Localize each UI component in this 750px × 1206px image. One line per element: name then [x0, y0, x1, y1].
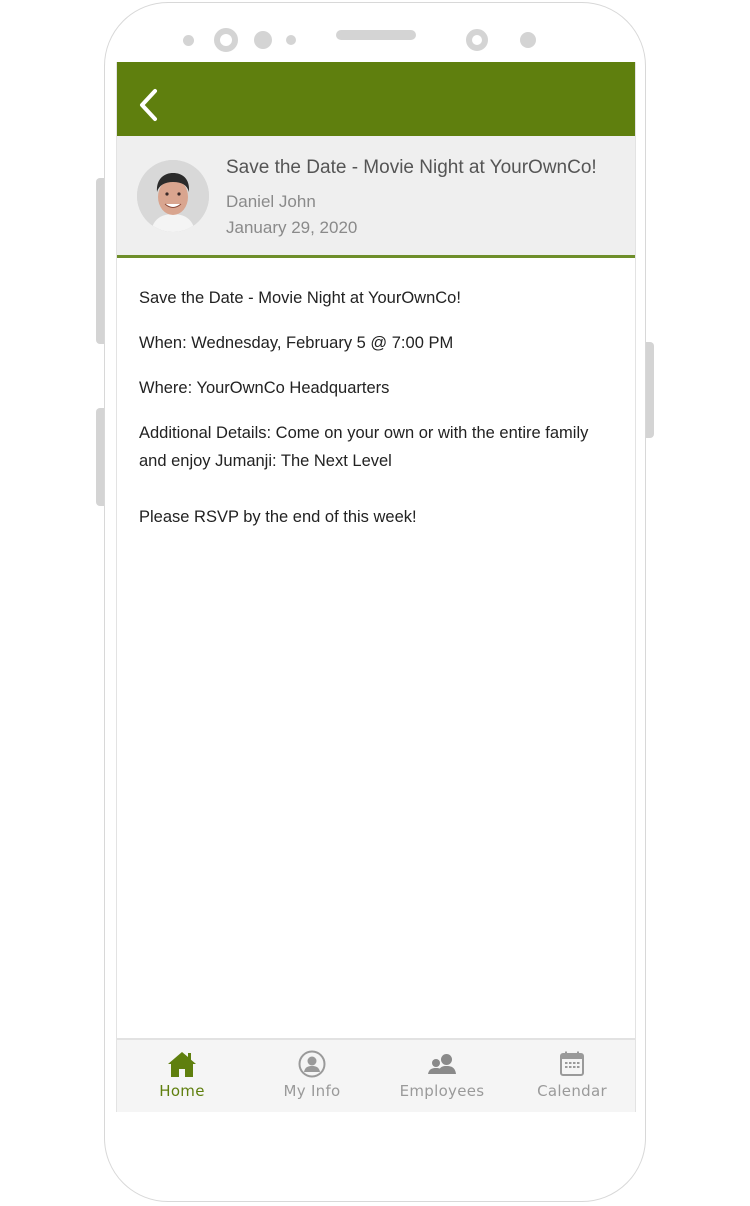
home-icon — [168, 1052, 196, 1077]
sensor-dot — [183, 35, 194, 46]
front-camera — [214, 28, 238, 52]
bottom-tab-bar: Home My Info Employees Calendar — [117, 1038, 635, 1112]
tab-my-info-label: My Info — [283, 1082, 341, 1100]
body-where: Where: YourOwnCo Headquarters — [139, 379, 390, 397]
tab-my-info[interactable]: My Info — [247, 1040, 377, 1112]
post-header: Save the Date - Movie Night at YourOwnCo… — [117, 136, 635, 258]
post-author: Daniel John — [226, 192, 316, 211]
chevron-left-icon — [140, 89, 157, 121]
tab-employees[interactable]: Employees — [377, 1040, 507, 1112]
earpiece-speaker — [336, 30, 416, 40]
tab-home-label: Home — [159, 1082, 205, 1100]
body-details: Additional Details: Come on your own or … — [139, 424, 589, 470]
tab-employees-label: Employees — [399, 1082, 485, 1100]
app-screen: Save the Date - Movie Night at YourOwnCo… — [116, 62, 636, 1112]
tab-calendar[interactable]: Calendar — [507, 1040, 637, 1112]
user-circle-icon — [298, 1050, 326, 1078]
calendar-icon — [560, 1051, 584, 1076]
volume-up-button — [96, 178, 104, 344]
front-camera-2 — [466, 29, 488, 51]
author-photo — [137, 160, 209, 232]
people-icon — [428, 1054, 456, 1074]
power-button — [646, 342, 654, 438]
volume-down-button — [96, 408, 104, 506]
post-title: Save the Date - Movie Night at YourOwnCo… — [226, 157, 597, 178]
post-date: January 29, 2020 — [226, 218, 358, 237]
tab-calendar-label: Calendar — [537, 1082, 607, 1100]
sensor-dot — [254, 31, 272, 49]
avatar[interactable] — [137, 160, 209, 232]
sensor-dot — [520, 32, 536, 48]
sensor-dot — [286, 35, 296, 45]
tab-home[interactable]: Home — [117, 1040, 247, 1112]
body-rsvp: Please RSVP by the end of this week! — [139, 508, 417, 526]
top-app-bar — [117, 62, 635, 136]
back-button[interactable] — [135, 88, 163, 122]
body-when: When: Wednesday, February 5 @ 7:00 PM — [139, 334, 454, 352]
body-heading: Save the Date - Movie Night at YourOwnCo… — [139, 289, 461, 307]
